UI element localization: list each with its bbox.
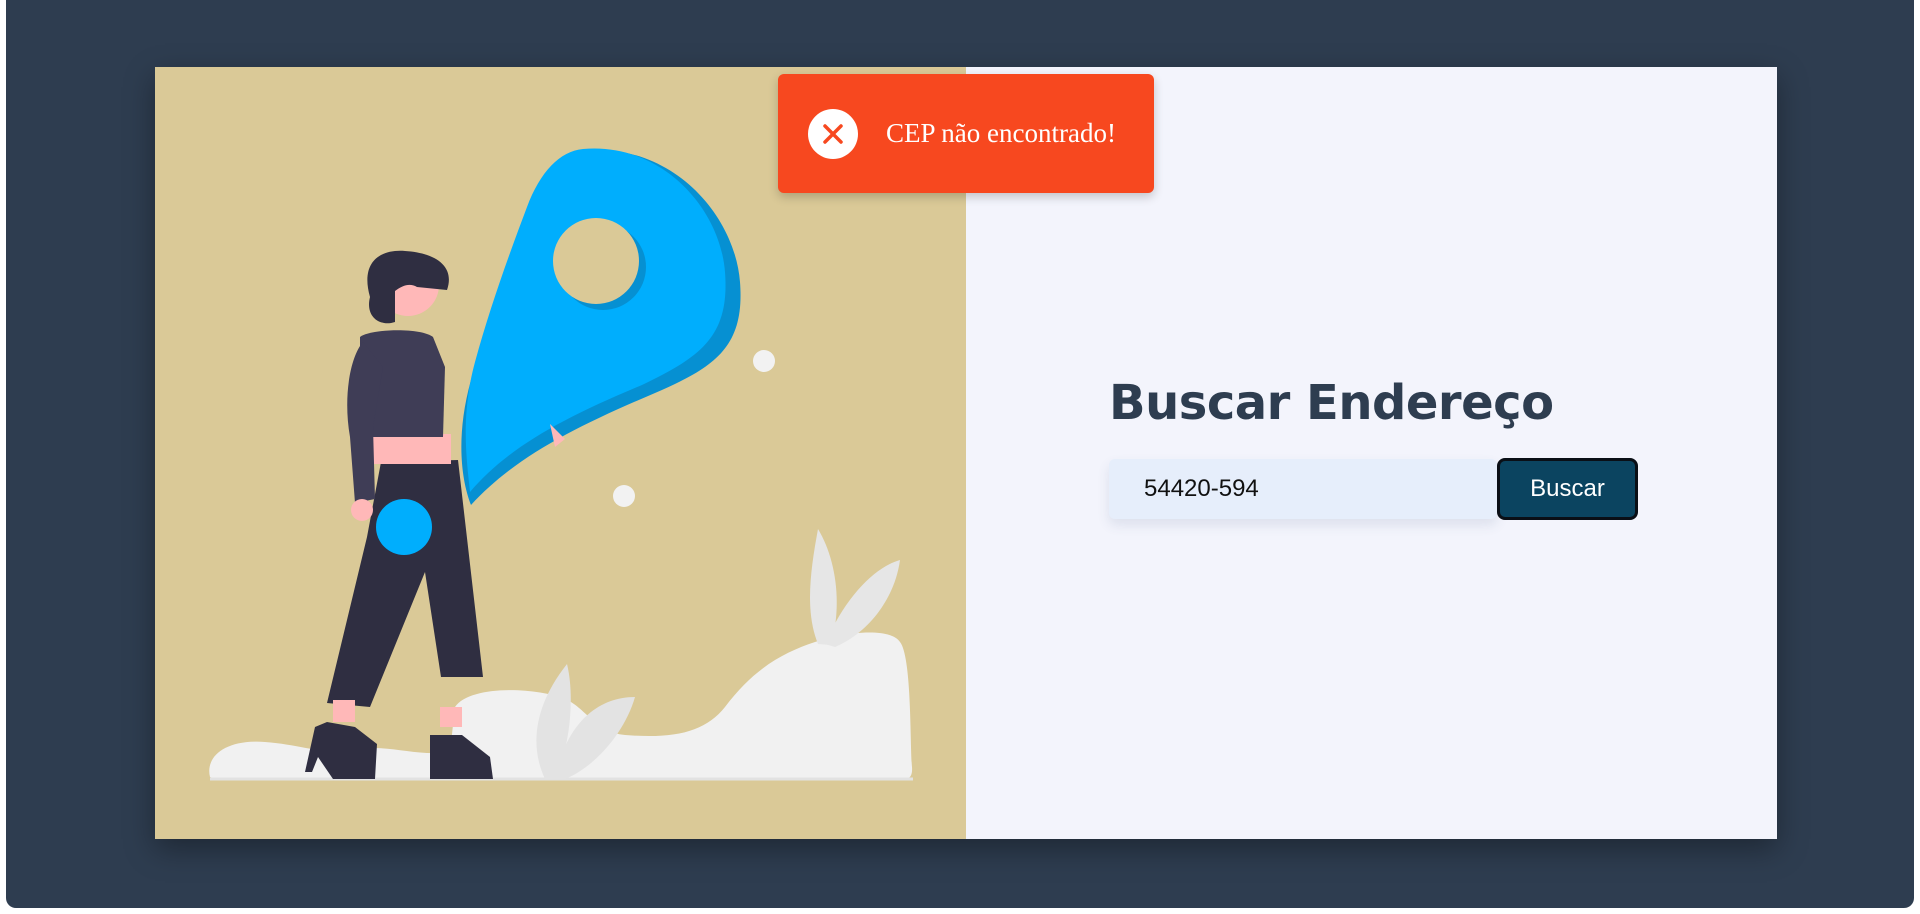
page-title: Buscar Endereço bbox=[1109, 375, 1554, 431]
close-circle-icon[interactable] bbox=[808, 109, 858, 159]
cep-input[interactable] bbox=[1109, 459, 1497, 519]
blue-ball bbox=[376, 499, 432, 555]
location-pin-shape bbox=[465, 148, 726, 492]
decor-dot bbox=[753, 350, 775, 372]
error-toast: CEP não encontrado! bbox=[778, 74, 1154, 193]
toast-message: CEP não encontrado! bbox=[886, 118, 1116, 148]
woman-legs bbox=[327, 460, 483, 707]
search-button[interactable]: Buscar bbox=[1497, 458, 1638, 520]
app-frame: Buscar Endereço Buscar CEP não encontrad… bbox=[6, 0, 1914, 908]
decor-dot bbox=[613, 485, 635, 507]
